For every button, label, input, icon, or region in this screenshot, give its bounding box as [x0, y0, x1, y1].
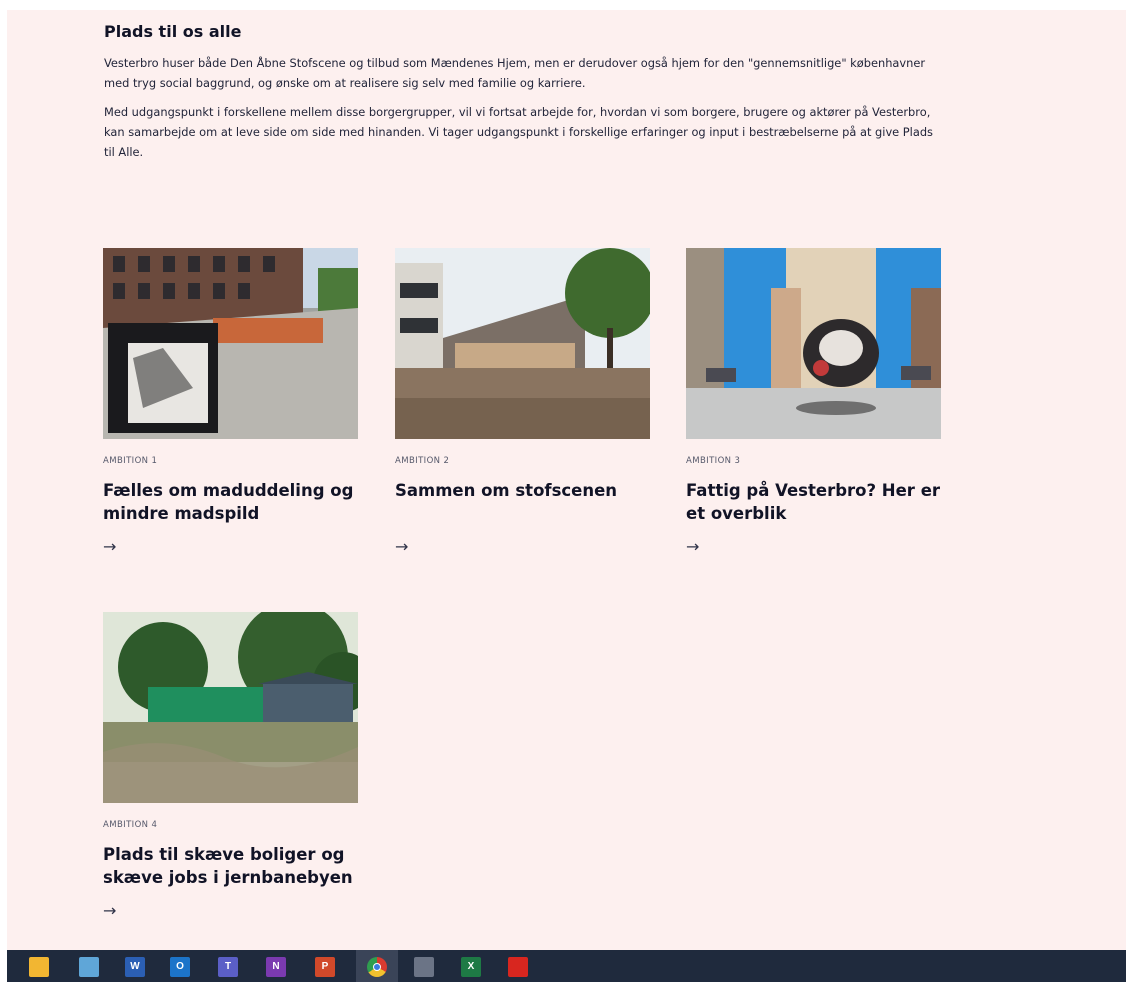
card-kicker: AMBITION 2 — [395, 456, 450, 466]
onenote-icon[interactable]: N — [266, 957, 286, 977]
card-title[interactable]: Fattig på Vesterbro? Her er et overblik — [686, 479, 948, 525]
chrome-icon[interactable] — [367, 957, 387, 977]
outlook-icon[interactable]: O — [170, 957, 190, 977]
card-kicker: AMBITION 1 — [103, 456, 158, 466]
ambition-card-2[interactable]: AMBITION 2 Sammen om stofscenen → — [395, 248, 650, 556]
intro-section: Plads til os alle Vesterbro huser både D… — [104, 22, 934, 171]
card-title[interactable]: Fælles om maduddeling og mindre madspild — [103, 479, 365, 525]
file-explorer-icon[interactable] — [29, 957, 49, 977]
calculator-icon[interactable] — [414, 957, 434, 977]
section-title: Plads til os alle — [104, 22, 242, 41]
page-content: Plads til os alle Vesterbro huser både D… — [7, 10, 1126, 950]
card-title[interactable]: Plads til skæve boliger og skæve jobs i … — [103, 843, 365, 889]
intro-paragraph-1: Vesterbro huser både Den Åbne Stofscene … — [104, 56, 926, 90]
arrow-right-icon[interactable]: → — [395, 539, 408, 555]
excel-icon[interactable]: X — [461, 957, 481, 977]
ambition-card-3[interactable]: AMBITION 3 Fattig på Vesterbro? Her er e… — [686, 248, 941, 556]
card-kicker: AMBITION 4 — [103, 820, 158, 830]
word-icon[interactable]: W — [125, 957, 145, 977]
powerpoint-icon[interactable]: P — [315, 957, 335, 977]
windows-taskbar: WOTNPX — [7, 950, 1126, 982]
card-image-street-bins[interactable] — [103, 248, 358, 439]
card-image-railway-houses[interactable] — [103, 612, 358, 803]
ambition-card-4[interactable]: AMBITION 4 Plads til skæve boliger og sk… — [103, 612, 358, 920]
card-title[interactable]: Sammen om stofscenen — [395, 479, 657, 502]
arrow-right-icon[interactable]: → — [686, 539, 699, 555]
teams-icon[interactable]: T — [218, 957, 238, 977]
card-kicker: AMBITION 3 — [686, 456, 741, 466]
arrow-right-icon[interactable]: → — [103, 903, 116, 919]
card-image-square[interactable] — [395, 248, 650, 439]
intro-paragraph-2: Med udgangspunkt i forskellene mellem di… — [104, 105, 933, 159]
ambition-card-1[interactable]: AMBITION 1 Fælles om maduddeling og mind… — [103, 248, 358, 556]
notepad-icon[interactable] — [79, 957, 99, 977]
card-image-mural[interactable] — [686, 248, 941, 439]
acrobat-icon[interactable] — [508, 957, 528, 977]
arrow-right-icon[interactable]: → — [103, 539, 116, 555]
